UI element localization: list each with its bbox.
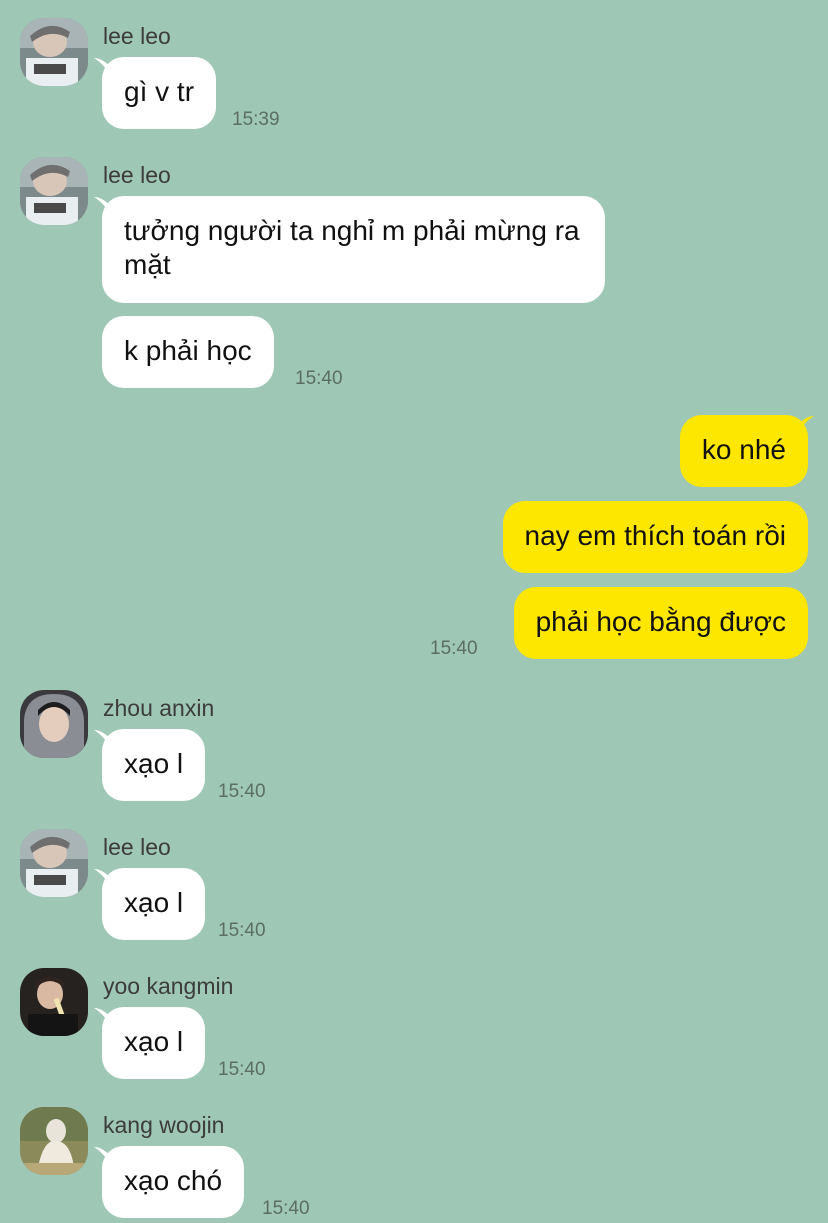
zhou-anxin-avatar[interactable] — [20, 690, 88, 758]
lee-leo-avatar[interactable] — [20, 157, 88, 225]
message-timestamp: 15:40 — [218, 920, 266, 941]
message-timestamp: 15:40 — [218, 781, 266, 802]
sender-name: lee leo — [103, 834, 171, 860]
lee-leo-avatar[interactable] — [20, 18, 88, 86]
sender-name: lee leo — [103, 23, 171, 49]
lee-leo-avatar[interactable] — [20, 829, 88, 897]
message-bubble[interactable]: tưởng người ta nghỉ m phải mừng ra mặt — [102, 196, 605, 303]
message-timestamp: 15:40 — [295, 368, 343, 389]
message-bubble[interactable]: ko nhé — [679, 415, 808, 487]
kang-woojin-avatar[interactable] — [20, 1107, 88, 1175]
sender-name: yoo kangmin — [103, 973, 234, 999]
message-timestamp: 15:39 — [232, 109, 280, 130]
chat-message-list[interactable]: lee leo gì v tr 15:39 lee leo tưởng ngườ… — [0, 0, 828, 1223]
message-bubble[interactable]: nay em thích toán rồi — [502, 501, 808, 573]
message-timestamp: 15:40 — [262, 1198, 310, 1219]
message-timestamp: 15:40 — [430, 638, 478, 659]
sender-name: lee leo — [103, 162, 171, 188]
sender-name: kang woojin — [103, 1112, 225, 1138]
yoo-kangmin-avatar[interactable] — [20, 968, 88, 1036]
message-bubble[interactable]: phải học bằng được — [513, 587, 808, 659]
sender-name: zhou anxin — [103, 695, 215, 721]
message-bubble[interactable]: xạo l — [102, 729, 206, 801]
message-bubble[interactable]: xạo chó — [102, 1146, 245, 1218]
message-bubble[interactable]: k phải học — [102, 316, 274, 388]
message-bubble[interactable]: xạo l — [102, 868, 206, 940]
message-bubble[interactable]: gì v tr — [102, 57, 217, 129]
message-timestamp: 15:40 — [218, 1059, 266, 1080]
message-bubble[interactable]: xạo l — [102, 1007, 206, 1079]
